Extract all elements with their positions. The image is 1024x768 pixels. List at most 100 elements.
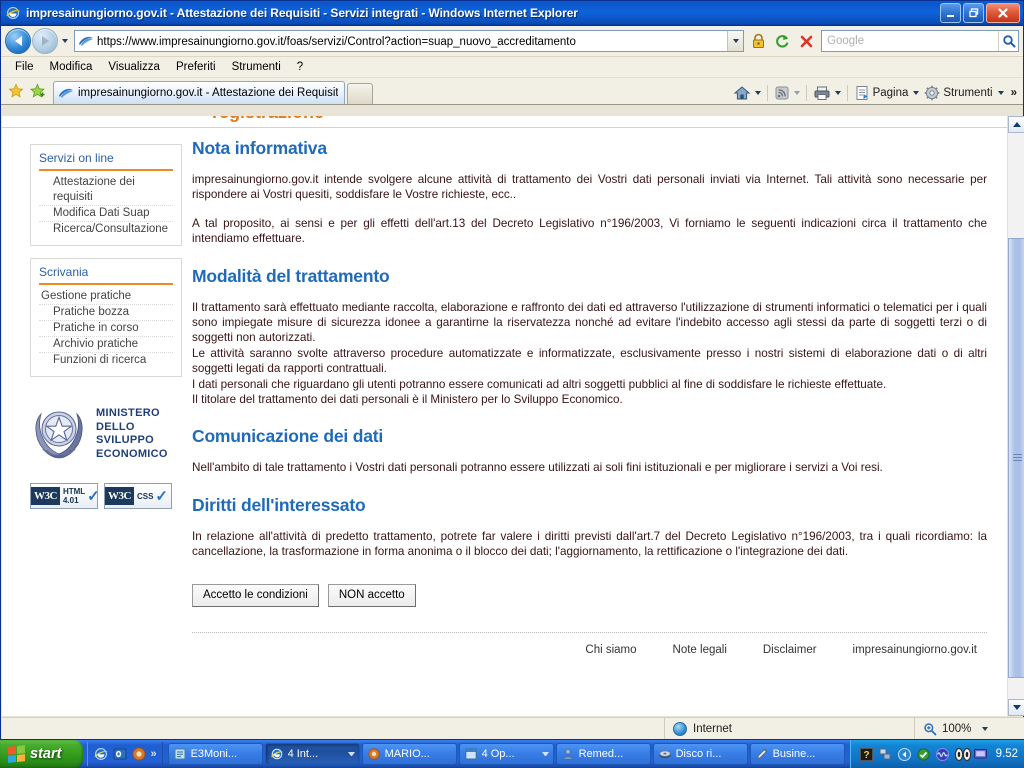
- stop-button[interactable]: [795, 30, 817, 52]
- taskbar-item-disco-ri[interactable]: Disco ri...: [652, 743, 748, 765]
- footer-link-note-legali[interactable]: Note legali: [673, 644, 727, 656]
- taskbar-item-mario[interactable]: MARIO...: [361, 743, 457, 765]
- home-button[interactable]: [731, 84, 763, 102]
- svg-text:?: ?: [863, 750, 869, 761]
- status-bar: Internet 100%: [2, 717, 1024, 739]
- history-dropdown-button[interactable]: [58, 28, 72, 54]
- taskbar-item-busine[interactable]: Busine...: [749, 743, 845, 765]
- quick-launch-overflow-icon[interactable]: »: [150, 748, 156, 760]
- sidebar-item-pratiche-bozza[interactable]: Pratiche bozza: [39, 305, 173, 321]
- menu-item-help[interactable]: ?: [289, 59, 311, 76]
- menu-item-strumenti[interactable]: Strumenti: [224, 59, 289, 76]
- check-icon: ✓: [87, 487, 97, 505]
- footer-divider: [192, 631, 987, 633]
- taskbar-item-e3moni[interactable]: E3Moni...: [167, 743, 263, 765]
- minimize-button[interactable]: [940, 3, 961, 23]
- sidebar-item-attestazione-requisiti[interactable]: Attestazione dei requisiti: [39, 175, 173, 206]
- taskbar-buttons: E3Moni... 4 Int... MARIO... 4 Op... Reme…: [167, 743, 850, 765]
- sidebar-box-scrivania: Scrivania Gestione pratiche Pratiche boz…: [30, 258, 182, 377]
- back-arrow-icon: [14, 36, 22, 46]
- registrazione-heading: registrazione: [212, 116, 324, 123]
- close-button[interactable]: [986, 3, 1020, 23]
- web-page: registrazione chiudi sessione Home Help …: [2, 116, 1007, 716]
- tools-menu-button[interactable]: Strumenti: [922, 84, 1005, 102]
- previous-tray-icon[interactable]: [897, 747, 912, 762]
- zoom-level-label: 100%: [942, 722, 972, 735]
- footer-link-chi-siamo[interactable]: Chi siamo: [585, 644, 636, 656]
- w3c-html-badge[interactable]: W3C HTML 4.01 ✓: [30, 483, 98, 509]
- restore-button[interactable]: [963, 3, 984, 23]
- address-dropdown-button[interactable]: [727, 31, 743, 51]
- scroll-down-button[interactable]: [1008, 699, 1024, 716]
- page-menu-button[interactable]: Pagina: [852, 84, 922, 102]
- accept-button[interactable]: Accetto le condizioni: [192, 583, 319, 607]
- quick-launch-outlook-icon[interactable]: [112, 746, 128, 762]
- display-tray-icon[interactable]: [973, 747, 988, 762]
- sidebar-item-pratiche-in-corso[interactable]: Pratiche in corso: [39, 321, 173, 337]
- ministry-logo: MINISTERO DELLO SVILUPPO ECONOMICO: [30, 403, 182, 465]
- command-toolbar: Pagina Strumenti »: [731, 84, 1019, 102]
- ministry-label: MINISTERO DELLO SVILUPPO ECONOMICO: [96, 407, 168, 461]
- sidebar-item-modifica-dati-suap[interactable]: Modifica Dati Suap: [39, 206, 173, 222]
- taskbar-item-remed[interactable]: Remed...: [555, 743, 651, 765]
- menu-item-modifica[interactable]: Modifica: [42, 59, 101, 76]
- footer-link-site[interactable]: impresainungiorno.gov.it: [853, 644, 977, 656]
- w3c-css-badge[interactable]: W3C CSS ✓: [104, 483, 172, 509]
- chevron-down-icon[interactable]: [982, 726, 989, 731]
- taskbar-item-op[interactable]: 4 Op...: [458, 743, 554, 765]
- footer-link-disclaimer[interactable]: Disclaimer: [763, 644, 817, 656]
- headset-tray-icon[interactable]: [954, 747, 971, 762]
- search-box[interactable]: Google: [821, 30, 1019, 52]
- page-scrollbar[interactable]: [1007, 116, 1024, 716]
- browser-window: impresainungiorno.gov.it - Attestazione …: [0, 0, 1024, 740]
- menu-item-preferiti[interactable]: Preferiti: [168, 59, 224, 76]
- search-button[interactable]: [998, 31, 1018, 51]
- toolbar-overflow-button[interactable]: »: [1007, 86, 1019, 100]
- ssl-lock-icon[interactable]: [747, 30, 769, 52]
- print-button[interactable]: [811, 84, 843, 102]
- title-bar: impresainungiorno.gov.it - Attestazione …: [1, 1, 1023, 26]
- menu-item-visualizza[interactable]: Visualizza: [100, 59, 168, 76]
- add-to-favorites-icon[interactable]: [27, 80, 49, 102]
- toolbar-separator: [766, 85, 768, 101]
- pen-icon: [755, 747, 769, 761]
- tab-attestazione-requisiti[interactable]: impresainungiorno.gov.it - Attestazione …: [53, 81, 345, 104]
- taskbar-item-internet-explorer[interactable]: 4 Int...: [264, 743, 360, 765]
- audio-tray-icon[interactable]: [935, 747, 950, 762]
- forward-button[interactable]: [32, 28, 58, 54]
- refresh-button[interactable]: [771, 30, 793, 52]
- address-bar[interactable]: https://www.impresainungiorno.gov.it/foa…: [74, 30, 744, 52]
- favorites-center-icon[interactable]: [5, 80, 27, 102]
- ie-icon: [270, 747, 284, 761]
- sidebar-item-ricerca-consultazione[interactable]: Ricerca/Consultazione: [39, 222, 173, 237]
- tab-favicon-icon: [58, 85, 74, 101]
- start-button[interactable]: start: [0, 740, 84, 768]
- search-input[interactable]: Google: [822, 35, 998, 47]
- zoom-control[interactable]: 100%: [914, 718, 1024, 739]
- paragraph-modalita-1: Il trattamento sarà effettuato mediante …: [192, 300, 987, 345]
- start-label: start: [30, 746, 62, 762]
- security-zone[interactable]: Internet: [664, 718, 914, 739]
- w3c-html-line-2: 4.01: [62, 496, 79, 505]
- ministry-line-3: SVILUPPO: [96, 434, 155, 446]
- help-tray-icon[interactable]: ?: [859, 747, 874, 762]
- scrollbar-thumb[interactable]: [1008, 238, 1024, 678]
- scroll-up-button[interactable]: [1008, 116, 1024, 133]
- network-tray-icon[interactable]: [878, 747, 893, 762]
- new-tab-button[interactable]: [347, 83, 373, 104]
- sidebar-item-archivio-pratiche[interactable]: Archivio pratiche: [39, 337, 173, 353]
- quick-launch-ie-icon[interactable]: [93, 746, 109, 762]
- feeds-button[interactable]: [772, 84, 802, 102]
- decline-button[interactable]: NON accetto: [327, 583, 416, 607]
- back-button[interactable]: [5, 28, 31, 54]
- menu-item-file[interactable]: File: [7, 59, 42, 76]
- quick-launch-media-icon[interactable]: [131, 746, 147, 762]
- taskbar-clock[interactable]: 9.52: [996, 748, 1018, 760]
- chevron-down-icon[interactable]: [541, 752, 549, 756]
- sidebar-item-funzioni-di-ricerca[interactable]: Funzioni di ricerca: [39, 353, 173, 368]
- sidebar-item-gestione-pratiche[interactable]: Gestione pratiche: [39, 289, 173, 305]
- antivirus-tray-icon[interactable]: [916, 747, 931, 762]
- chevron-down-icon[interactable]: [347, 752, 355, 756]
- site-favicon-icon: [78, 33, 94, 49]
- section-heading-diritti-interessato: Diritti dell'interessato: [192, 494, 366, 515]
